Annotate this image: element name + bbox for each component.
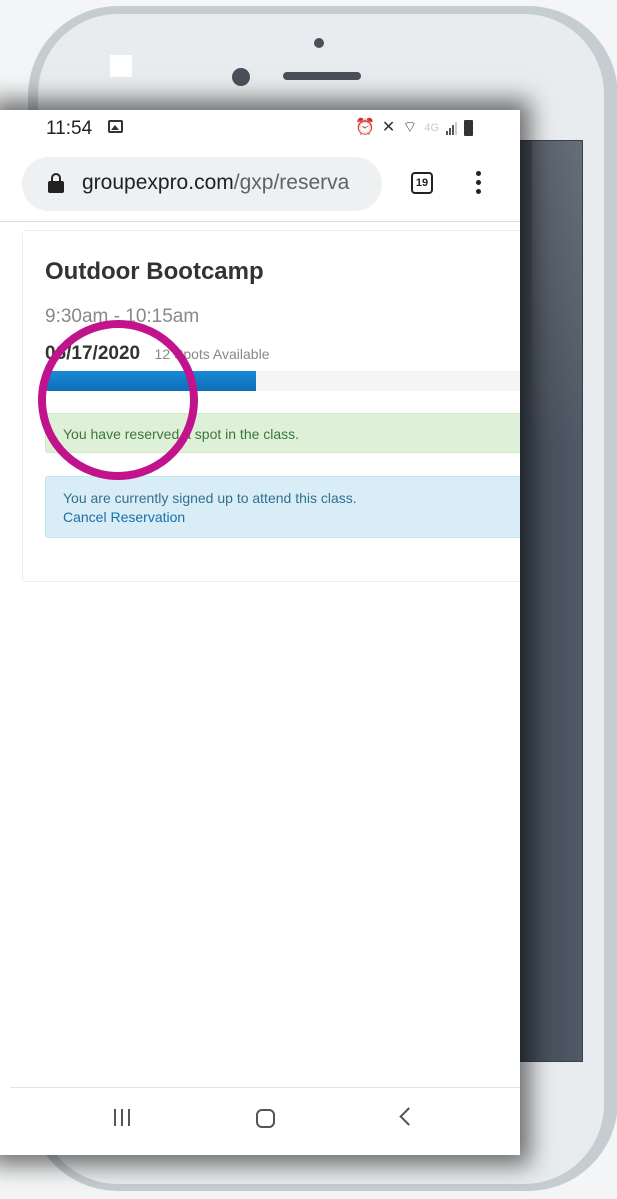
mute-icon: ✕	[381, 119, 396, 136]
tab-switcher-button[interactable]: 19	[411, 172, 433, 194]
cancel-reservation-link[interactable]: Cancel Reservation	[63, 509, 520, 525]
front-sensor	[110, 55, 132, 77]
address-bar[interactable]: groupexpro.com/gxp/reserva	[22, 157, 382, 211]
reservation-info-alert: You are currently signed up to attend th…	[45, 476, 520, 538]
lock-icon[interactable]	[48, 173, 64, 193]
front-camera	[232, 68, 250, 86]
more-menu-icon[interactable]	[476, 171, 482, 197]
status-bar: 11:54 ⏰ ✕ ⌔ 4G	[0, 110, 520, 150]
signal-icon	[446, 121, 458, 135]
recents-icon[interactable]	[114, 1109, 130, 1126]
gallery-icon	[108, 120, 123, 133]
browser-toolbar: groupexpro.com/gxp/reserva 19	[0, 150, 520, 222]
system-nav-bar	[0, 1088, 520, 1155]
status-time: 11:54	[46, 118, 93, 139]
proximity-sensor	[314, 38, 324, 48]
wifi-icon: ⌔	[402, 119, 418, 136]
class-title: Outdoor Bootcamp	[45, 258, 264, 285]
url-path: /gxp/reserva	[233, 171, 350, 194]
phone-screen: 11:54 ⏰ ✕ ⌔ 4G groupexpro.com/gxp/reserv…	[0, 110, 520, 1155]
home-icon[interactable]	[256, 1109, 275, 1128]
url-text[interactable]: groupexpro.com/gxp/reserva	[82, 171, 374, 195]
status-icons: ⏰ ✕ ⌔ 4G	[355, 119, 474, 136]
battery-icon	[464, 120, 474, 136]
alarm-icon: ⏰	[355, 119, 375, 136]
url-domain: groupexpro.com	[82, 171, 234, 194]
speaker-slot	[283, 72, 361, 80]
info-alert-text: You are currently signed up to attend th…	[63, 490, 357, 506]
network-type-label: 4G	[424, 122, 440, 134]
back-icon[interactable]	[399, 1107, 418, 1126]
